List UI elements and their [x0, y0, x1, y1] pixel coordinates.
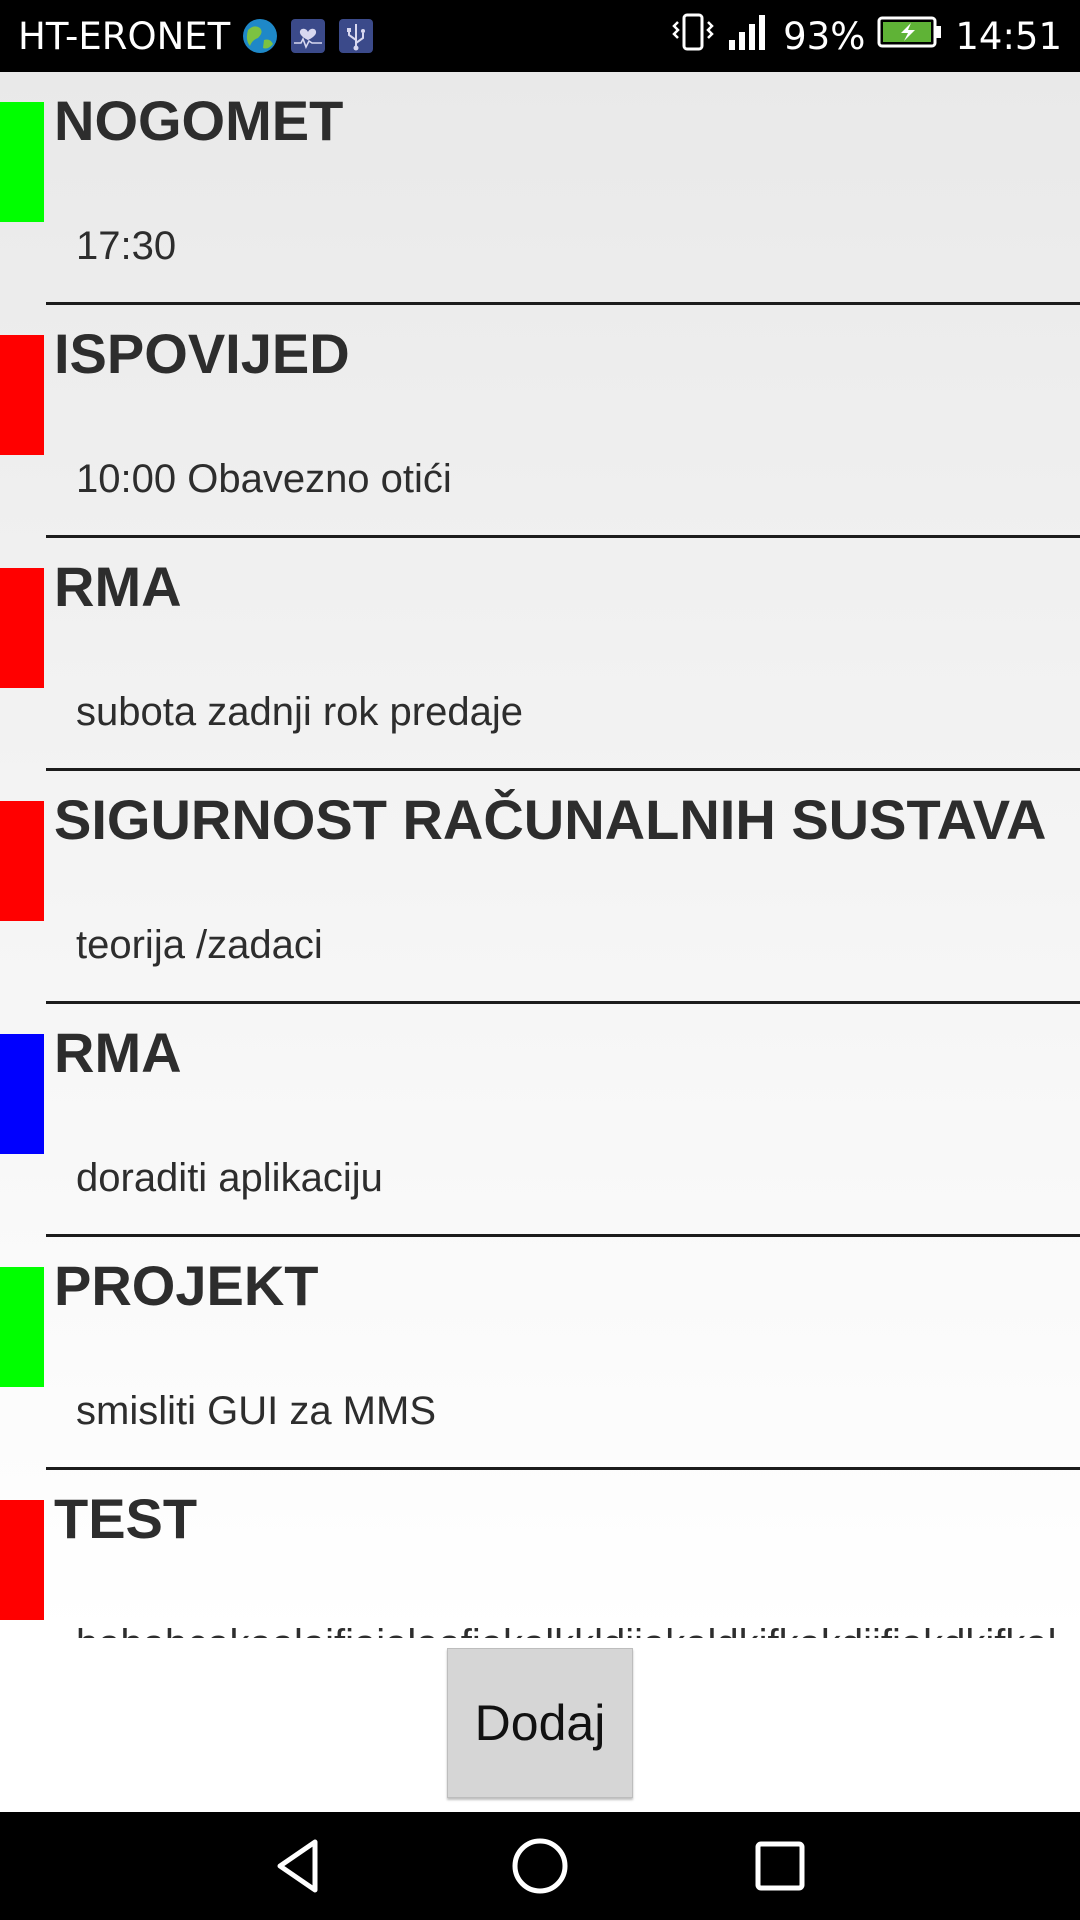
priority-color-bar: [0, 1267, 44, 1387]
event-title: PROJEKT: [54, 1254, 319, 1317]
event-title: NOGOMET: [54, 89, 344, 152]
clock: 14:51: [955, 14, 1062, 58]
navigation-bar: [0, 1812, 1080, 1920]
signal-icon: [727, 12, 771, 61]
list-item[interactable]: TEST bababcakaalaifiaialaafiakalkkldiiak…: [0, 1470, 1080, 1638]
carrier-name: HT-ERONET: [18, 14, 231, 58]
event-description: 10:00 Obavezno otići: [76, 457, 452, 501]
list-item[interactable]: RMA doraditi aplikaciju: [0, 1004, 1080, 1237]
event-title: ISPOVIJED: [54, 322, 350, 385]
event-description: bababcakaalaifiaialaafiakalkkldiiakaldki…: [76, 1622, 1056, 1638]
priority-color-bar: [0, 1500, 44, 1620]
status-bar: HT-ERONET 93% 14:51: [0, 0, 1080, 72]
add-button[interactable]: Dodaj: [447, 1648, 633, 1798]
event-title: TEST: [54, 1487, 198, 1550]
list-item[interactable]: SIGURNOST RAČUNALNIH SUSTAVA teorija /za…: [0, 771, 1080, 1004]
priority-color-bar: [0, 801, 44, 921]
event-description: teorija /zadaci: [76, 923, 323, 967]
priority-color-bar: [0, 335, 44, 455]
vibrate-icon: [671, 12, 715, 61]
home-icon[interactable]: [510, 1836, 570, 1896]
battery-charging-icon: [877, 14, 943, 59]
usb-icon: [338, 18, 374, 54]
event-title: SIGURNOST RAČUNALNIH SUSTAVA: [54, 788, 1047, 851]
globe-icon: [242, 18, 278, 54]
priority-color-bar: [0, 568, 44, 688]
priority-color-bar: [0, 1034, 44, 1154]
list-item[interactable]: ISPOVIJED 10:00 Obavezno otići: [0, 305, 1080, 538]
recents-icon[interactable]: [750, 1836, 810, 1896]
battery-percent: 93%: [783, 14, 866, 58]
event-description: doraditi aplikaciju: [76, 1156, 383, 1200]
priority-color-bar: [0, 102, 44, 222]
list-item[interactable]: NOGOMET 17:30: [0, 72, 1080, 305]
event-description: subota zadnji rok predaje: [76, 690, 523, 734]
health-monitor-icon: [290, 18, 326, 54]
event-title: RMA: [54, 1021, 182, 1084]
event-description: smisliti GUI za MMS: [76, 1389, 436, 1433]
event-title: RMA: [54, 555, 182, 618]
list-item[interactable]: RMA subota zadnji rok predaje: [0, 538, 1080, 771]
event-description: 17:30: [76, 224, 177, 268]
back-icon[interactable]: [270, 1836, 330, 1896]
list-item[interactable]: PROJEKT smisliti GUI za MMS: [0, 1237, 1080, 1470]
event-list[interactable]: NOGOMET 17:30 ISPOVIJED 10:00 Obavezno o…: [0, 72, 1080, 1638]
footer: Dodaj: [0, 1638, 1080, 1812]
